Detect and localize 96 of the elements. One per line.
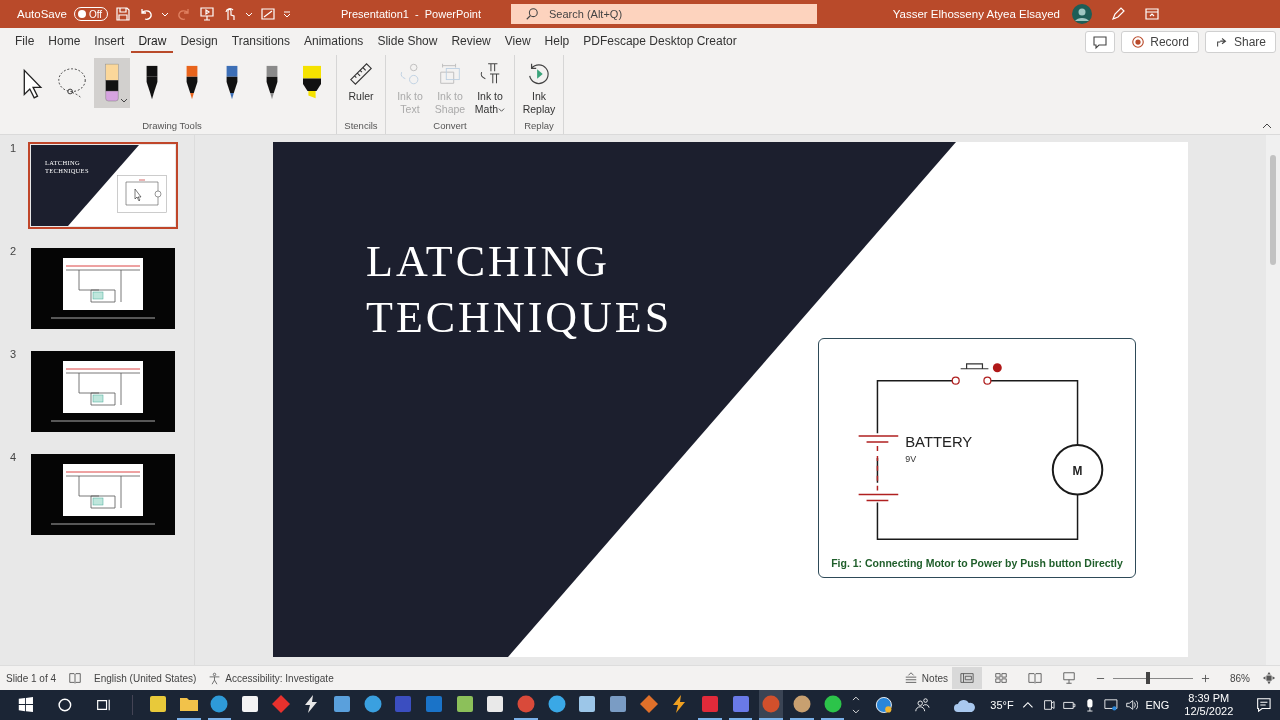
window-title: Presentation1 - PowerPoint xyxy=(341,8,483,20)
input-language[interactable]: ENG xyxy=(1145,699,1170,711)
slide-number: 1 xyxy=(10,142,18,154)
help-icon[interactable] xyxy=(875,696,893,714)
slide-number: 3 xyxy=(10,348,18,360)
battery-label: BATTERY xyxy=(904,434,972,450)
ribbon-tab[interactable]: Help xyxy=(537,30,577,53)
ribbon-tab[interactable]: Animations xyxy=(297,30,371,53)
ribbon-display-icon[interactable] xyxy=(1144,6,1160,22)
pen-icon[interactable] xyxy=(1110,6,1126,22)
clock-time[interactable]: 8:39 PM xyxy=(1188,692,1230,705)
circuit-drawing xyxy=(117,175,167,213)
normal-view-icon xyxy=(960,671,974,685)
zoom-slider-thumb[interactable] xyxy=(1146,672,1151,684)
slide-title: LATCHING TECHNIQUES xyxy=(366,236,673,344)
weather-temperature[interactable]: 35°F xyxy=(990,699,1014,711)
group-label: Convert xyxy=(433,120,467,133)
book-icon[interactable] xyxy=(68,671,83,685)
people-icon[interactable] xyxy=(913,696,932,714)
ribbon-tab[interactable]: Home xyxy=(41,30,88,53)
motor-label: M xyxy=(1072,463,1082,478)
ribbon-tab[interactable]: View xyxy=(497,30,538,53)
notification-icon[interactable] xyxy=(1255,696,1273,714)
ribbon-tab[interactable]: File xyxy=(8,30,42,53)
app-icon xyxy=(546,694,567,714)
autosave-label: AutoSave xyxy=(17,8,67,20)
app-icon xyxy=(730,694,751,714)
replay-icon xyxy=(526,61,552,87)
avatar-icon[interactable] xyxy=(1072,4,1092,24)
slide-number: 2 xyxy=(10,245,18,257)
notes-icon xyxy=(903,671,918,685)
eraser-tool[interactable] xyxy=(94,58,130,108)
normal-view-button[interactable] xyxy=(952,667,982,689)
caret-icon[interactable] xyxy=(245,10,254,18)
slide-indicator: Slide 1 of 4 xyxy=(6,672,57,684)
display-icon[interactable] xyxy=(1103,698,1118,712)
ribbon-tab[interactable]: PDFescape Desktop Creator xyxy=(576,30,744,53)
ribbon-tab[interactable]: Transitions xyxy=(224,30,297,53)
share-button[interactable]: Share xyxy=(1204,30,1276,53)
indicator-dot xyxy=(992,363,1002,373)
ruler-button[interactable]: Ruler xyxy=(343,58,379,103)
screenshot-icon[interactable] xyxy=(260,6,277,22)
customize-icon[interactable] xyxy=(283,10,292,18)
language-indicator[interactable]: English (United States) xyxy=(94,672,197,684)
speaker-icon[interactable] xyxy=(1124,698,1139,712)
book-icon xyxy=(1028,671,1042,685)
search-field[interactable]: Search (Alt+Q) xyxy=(511,4,817,24)
collapse-ribbon-icon[interactable] xyxy=(1262,122,1272,130)
record-icon xyxy=(1131,34,1146,49)
fit-slide-icon[interactable] xyxy=(1262,671,1276,685)
slide-number: 4 xyxy=(10,451,18,463)
figure-caption: Fig. 1: Connecting Motor to Power by Push button Directly xyxy=(831,557,1123,569)
camera-icon[interactable] xyxy=(1041,698,1056,712)
app-icon xyxy=(148,694,169,714)
undo-icon[interactable] xyxy=(138,6,155,22)
accessibility-icon xyxy=(208,671,222,685)
ribbon-tab[interactable]: Draw xyxy=(131,30,174,53)
notes-button[interactable]: Notes xyxy=(903,671,948,685)
app-icon xyxy=(393,694,414,714)
highlighter-icon xyxy=(301,65,323,101)
ink-to-math-button[interactable]: Ink to Math xyxy=(472,58,508,116)
comments-button[interactable] xyxy=(1085,30,1116,53)
ribbon-tab[interactable]: Slide Show xyxy=(370,30,445,53)
caret-icon xyxy=(498,106,506,113)
zoom-percent[interactable]: 86% xyxy=(1230,672,1250,684)
group-label: Stencils xyxy=(344,120,378,133)
ribbon-tab[interactable]: Design xyxy=(173,30,225,53)
save-icon[interactable] xyxy=(115,6,132,22)
ink-to-shape-icon xyxy=(437,61,463,87)
push-button-symbol xyxy=(951,363,991,385)
comment-icon xyxy=(1092,33,1109,50)
projector-icon xyxy=(1062,671,1076,685)
caret-icon[interactable] xyxy=(161,10,170,18)
group-label: Drawing Tools xyxy=(142,120,202,133)
presentation-icon[interactable] xyxy=(199,6,216,22)
group-label: Replay xyxy=(524,120,554,133)
user-name: Yasser Elhosseny Atyea Elsayed xyxy=(892,8,1060,20)
accessibility-button[interactable]: Accessibility: Investigate xyxy=(208,671,334,685)
zoom-in-icon[interactable] xyxy=(1201,673,1210,683)
ribbon-tab[interactable]: Review xyxy=(444,30,498,53)
scroll-bar[interactable] xyxy=(1266,135,1280,665)
motor-symbol xyxy=(1051,444,1103,496)
voltage-label: 9V xyxy=(904,453,916,464)
eraser-icon xyxy=(103,63,121,103)
record-button[interactable]: Record xyxy=(1121,30,1199,53)
ruler-icon xyxy=(348,61,374,87)
clock-date[interactable]: 12/5/2022 xyxy=(1184,705,1234,718)
caret-icon xyxy=(120,96,128,104)
search-icon[interactable] xyxy=(55,696,74,714)
replay-button[interactable]: Ink Replay xyxy=(521,58,557,116)
battery-symbol xyxy=(857,435,899,502)
grid-icon xyxy=(994,671,1008,685)
lasso-icon xyxy=(55,66,89,100)
ribbon-tab[interactable]: Insert xyxy=(87,30,132,53)
windows-start-icon[interactable] xyxy=(17,696,35,714)
diamond-icon xyxy=(270,694,291,714)
